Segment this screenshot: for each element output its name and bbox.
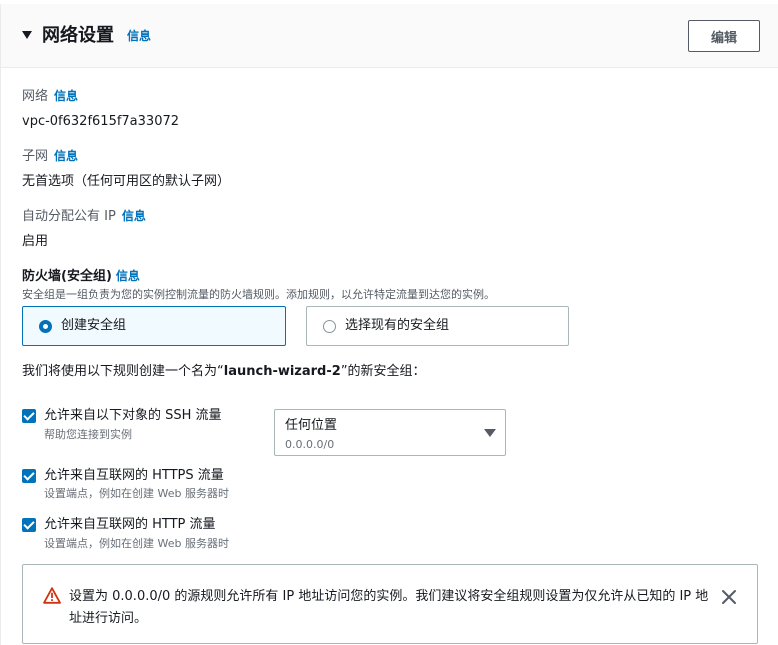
- select-existing-security-group-label: 选择现有的安全组: [345, 318, 450, 333]
- rules-intro-prefix: 我们将使用以下规则创建一个名为“: [22, 364, 224, 379]
- rules-intro: 我们将使用以下规则创建一个名为“launch-wizard-2”的新安全组：: [22, 363, 426, 381]
- ssh-rule-checkbox[interactable]: [22, 409, 36, 423]
- select-existing-security-group-option[interactable]: 选择现有的安全组: [306, 306, 569, 346]
- rules-intro-suffix: ”的新安全组：: [340, 364, 426, 379]
- public-ip-field-label: 自动分配公有 IP 信息: [22, 208, 146, 225]
- ssh-source-cidr: 0.0.0.0/0: [285, 438, 335, 451]
- firewall-label: 防火墙(安全组): [22, 269, 112, 284]
- radio-selected-icon[interactable]: [39, 320, 52, 333]
- http-rule-checkbox[interactable]: [22, 518, 36, 532]
- network-settings-panel: 网络设置 信息 编辑 网络 信息 vpc-0f632f615f7a33072 子网…: [0, 4, 778, 645]
- subnet-value: 无首选项（任何可用区的默认子网）: [22, 174, 231, 189]
- network-field-label: 网络 信息: [22, 88, 78, 105]
- public-ip-info-link[interactable]: 信息: [122, 209, 146, 223]
- firewall-info-link[interactable]: 信息: [116, 269, 140, 283]
- create-security-group-label: 创建安全组: [61, 318, 127, 333]
- radio-unselected-icon[interactable]: [323, 320, 336, 333]
- network-value: vpc-0f632f615f7a33072: [22, 114, 180, 129]
- subnet-info-link[interactable]: 信息: [54, 149, 78, 163]
- subnet-field-label: 子网 信息: [22, 148, 78, 165]
- ssh-rule-description: 帮助您连接到实例: [44, 428, 132, 441]
- https-rule-checkbox[interactable]: [22, 469, 36, 483]
- ssh-source-selected: 任何位置: [285, 418, 338, 433]
- section-header: 网络设置 信息 编辑: [1, 4, 778, 68]
- public-ip-value: 启用: [22, 234, 49, 249]
- security-group-name: launch-wizard-2: [223, 364, 341, 379]
- warning-alert-text: 设置为 0.0.0.0/0 的源规则允许所有 IP 地址访问您的实例。我们建议将…: [69, 589, 709, 626]
- firewall-field-label: 防火墙(安全组) 信息: [22, 268, 140, 285]
- warning-icon: [43, 587, 61, 604]
- https-rule-label[interactable]: 允许来自互联网的 HTTPS 流量: [44, 468, 224, 484]
- network-label: 网络: [22, 89, 49, 104]
- create-security-group-option[interactable]: 创建安全组: [22, 306, 286, 346]
- public-ip-label: 自动分配公有 IP: [22, 209, 116, 224]
- edit-button[interactable]: 编辑: [688, 20, 760, 52]
- http-rule-label[interactable]: 允许来自互联网的 HTTP 流量: [44, 517, 216, 533]
- warning-alert: 设置为 0.0.0.0/0 的源规则允许所有 IP 地址访问您的实例。我们建议将…: [22, 564, 758, 644]
- close-icon[interactable]: [721, 589, 737, 605]
- subnet-label: 子网: [22, 149, 49, 164]
- https-rule-description: 设置端点，例如在创建 Web 服务器时: [44, 487, 229, 500]
- caret-down-icon[interactable]: [22, 31, 32, 39]
- ssh-rule-label[interactable]: 允许来自以下对象的 SSH 流量: [44, 408, 222, 424]
- dropdown-arrow-icon[interactable]: [484, 429, 496, 437]
- section-title[interactable]: 网络设置: [42, 24, 114, 48]
- ssh-source-select[interactable]: 任何位置 0.0.0.0/0: [274, 409, 506, 456]
- firewall-description: 安全组是一组负责为您的实例控制流量的防火墙规则。添加规则，以允许特定流量到达您的…: [22, 288, 495, 301]
- section-info-link[interactable]: 信息: [127, 28, 151, 44]
- http-rule-description: 设置端点，例如在创建 Web 服务器时: [44, 537, 229, 550]
- network-info-link[interactable]: 信息: [54, 89, 78, 103]
